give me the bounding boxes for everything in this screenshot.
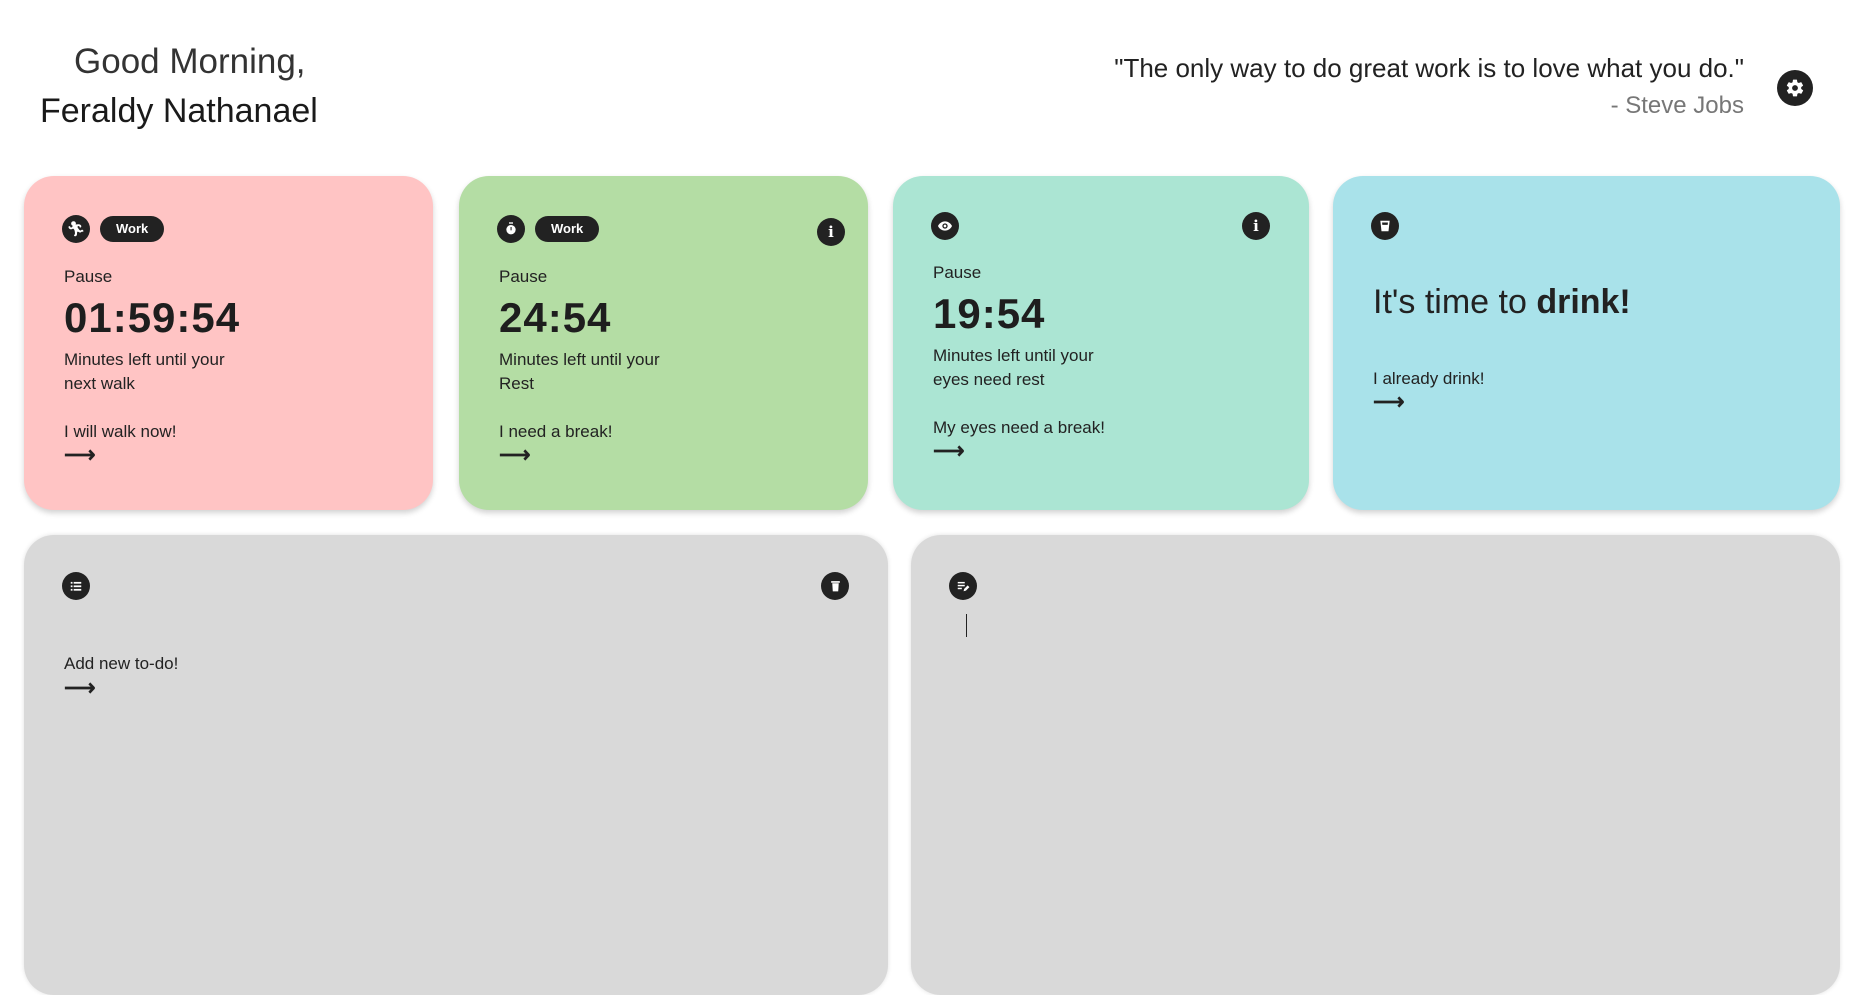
notes-panel [911, 535, 1840, 995]
gear-icon [1786, 79, 1804, 97]
arrow-right-icon[interactable]: ⟶ [499, 444, 531, 466]
description-line: Minutes left until your [933, 346, 1094, 365]
stopwatch-icon [497, 215, 525, 243]
description-line: Rest [499, 374, 534, 393]
drink-message-bold: drink! [1536, 283, 1631, 321]
break-link[interactable]: I need a break! [499, 422, 612, 442]
notes-textarea[interactable] [951, 605, 1800, 955]
mode-badge[interactable]: Work [100, 216, 165, 242]
eye-break-link[interactable]: My eyes need a break! [933, 418, 1105, 438]
drink-message-prefix: It's time to [1373, 283, 1537, 321]
trash-icon[interactable] [821, 572, 849, 600]
list-icon [62, 572, 90, 600]
info-icon[interactable]: i [817, 218, 845, 246]
eye-icon [931, 212, 959, 240]
quote-author: - Steve Jobs [1610, 92, 1744, 119]
description-line: eyes need rest [933, 370, 1045, 389]
greeting: Good Morning, [74, 42, 306, 81]
timer-display: 24:54 [499, 294, 612, 341]
text-cursor [966, 614, 967, 637]
arrow-right-icon[interactable]: ⟶ [933, 440, 965, 462]
cup-icon [1371, 212, 1399, 240]
timer-display: 19:54 [933, 290, 1046, 337]
description-line: next walk [64, 374, 135, 393]
quote-text: "The only way to do great work is to lov… [1114, 53, 1744, 83]
info-icon[interactable]: i [1242, 212, 1270, 240]
todo-panel: Add new to-do! ⟶ [24, 535, 888, 995]
add-todo-link[interactable]: Add new to-do! [64, 654, 178, 674]
already-drink-link[interactable]: I already drink! [1373, 369, 1485, 389]
walk-now-link[interactable]: I will walk now! [64, 422, 176, 442]
drink-message: It's time to drink! [1373, 283, 1631, 322]
status-label[interactable]: Pause [499, 267, 547, 287]
pomodoro-card: Work i Pause 24:54 Minutes left until yo… [459, 176, 868, 510]
status-label[interactable]: Pause [64, 267, 112, 287]
user-name: Feraldy Nathanael [40, 92, 318, 130]
mode-badge[interactable]: Work [535, 216, 600, 242]
timer-display: 01:59:54 [64, 294, 241, 341]
arrow-right-icon[interactable]: ⟶ [64, 444, 96, 466]
status-label[interactable]: Pause [933, 263, 981, 283]
settings-button[interactable] [1777, 70, 1813, 106]
walk-reminder-card: 🏃︎ Work Pause 01:59:54 Minutes left unti… [24, 176, 433, 510]
edit-note-icon [949, 572, 977, 600]
eye-rest-card: i Pause 19:54 Minutes left until your ey… [893, 176, 1309, 510]
arrow-right-icon[interactable]: ⟶ [64, 677, 96, 699]
running-icon: 🏃︎ [62, 215, 90, 243]
drink-reminder-card: It's time to drink! I already drink! ⟶ [1333, 176, 1840, 510]
arrow-right-icon[interactable]: ⟶ [1373, 391, 1405, 413]
description-line: Minutes left until your [499, 350, 660, 369]
description-line: Minutes left until your [64, 350, 225, 369]
